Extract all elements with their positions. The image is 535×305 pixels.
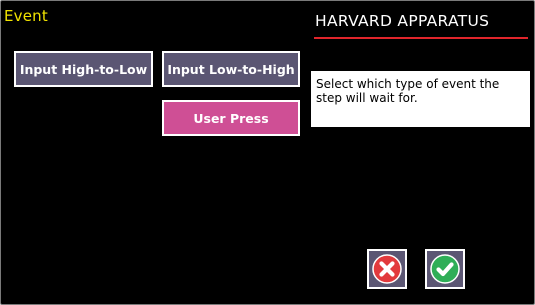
user-press-button[interactable]: User Press xyxy=(162,100,300,136)
help-text: Select which type of event the step will… xyxy=(316,77,500,105)
input-high-to-low-button[interactable]: Input High-to-Low xyxy=(14,51,153,87)
confirm-check-icon xyxy=(430,254,460,284)
input-low-to-high-button[interactable]: Input Low-to-High xyxy=(162,51,300,87)
page-title: Event xyxy=(4,7,48,25)
help-text-box: Select which type of event the step will… xyxy=(311,71,530,127)
brand-logo-text: HARVARD APPARATUS xyxy=(315,12,490,30)
cancel-x-icon xyxy=(372,254,402,284)
brand-underline xyxy=(314,37,528,39)
confirm-button[interactable] xyxy=(425,249,465,289)
cancel-button[interactable] xyxy=(367,249,407,289)
event-screen: Event HARVARD APPARATUS Input High-to-Lo… xyxy=(0,0,535,305)
